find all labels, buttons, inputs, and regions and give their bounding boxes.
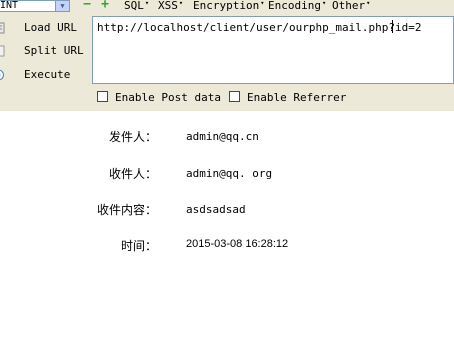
time-label: 时间： — [121, 239, 158, 253]
enable-referrer-label: Enable Referrer — [247, 91, 347, 104]
load-url-label: Load URL — [24, 21, 77, 34]
checkbox-box[interactable] — [97, 91, 108, 102]
load-url-button[interactable]: Load URL — [0, 20, 90, 36]
split-icon — [0, 45, 5, 57]
time-value: 2015-03-08 16:28:12 — [186, 238, 289, 250]
enable-referrer-checkbox[interactable]: Enable Referrer — [229, 91, 349, 105]
split-url-button[interactable]: Split URL — [0, 43, 90, 59]
url-textarea[interactable]: http://localhost/client/user/ourphp_mail… — [92, 16, 454, 84]
execute-label: Execute — [24, 68, 71, 81]
enable-post-label: Enable Post data — [115, 91, 221, 104]
caret-down-icon: ▾ — [178, 0, 184, 7]
execute-button[interactable]: Execute — [0, 67, 90, 83]
chevron-down-icon[interactable]: ▼ — [55, 1, 69, 11]
plus-icon[interactable]: + — [100, 0, 110, 11]
sender-label: 发件人： — [109, 130, 158, 144]
injection-type-select[interactable]: INT ▼ — [0, 0, 70, 12]
caret-down-icon: ▾ — [260, 0, 265, 7]
menu-bar: INT ▼ − + SQL▾ XSS▾ Encryption▾ Encoding… — [0, 0, 454, 13]
minus-icon[interactable]: − — [82, 0, 92, 11]
load-icon — [0, 22, 5, 34]
caret-down-icon: ▾ — [321, 0, 327, 7]
enable-post-checkbox[interactable]: Enable Post data — [97, 91, 221, 105]
sender-value: admin@qq.cn — [186, 130, 259, 143]
menu-encryption[interactable]: Encryption▾ — [193, 0, 264, 12]
split-url-label: Split URL — [24, 44, 84, 57]
receiver-label: 收件人： — [109, 167, 158, 181]
text-cursor — [392, 20, 393, 33]
content-value: asdsadsad — [186, 203, 246, 216]
execute-icon — [0, 69, 4, 81]
menu-sql[interactable]: SQL▾ — [124, 0, 149, 12]
caret-down-icon: ▾ — [366, 0, 371, 7]
checkbox-box[interactable] — [229, 91, 240, 102]
caret-down-icon: ▾ — [144, 0, 150, 7]
hackbar-toolbar: INT ▼ − + SQL▾ XSS▾ Encryption▾ Encoding… — [0, 0, 454, 111]
content-label: 收件内容： — [97, 203, 158, 217]
menu-xss[interactable]: XSS▾ — [158, 0, 183, 12]
url-value: http://localhost/client/user/ourphp_mail… — [97, 21, 422, 34]
menu-encoding[interactable]: Encoding▾ — [268, 0, 326, 12]
receiver-value: admin@qq. org — [186, 167, 273, 180]
select-value: INT — [0, 0, 19, 11]
menu-other[interactable]: Other▾ — [332, 0, 370, 12]
